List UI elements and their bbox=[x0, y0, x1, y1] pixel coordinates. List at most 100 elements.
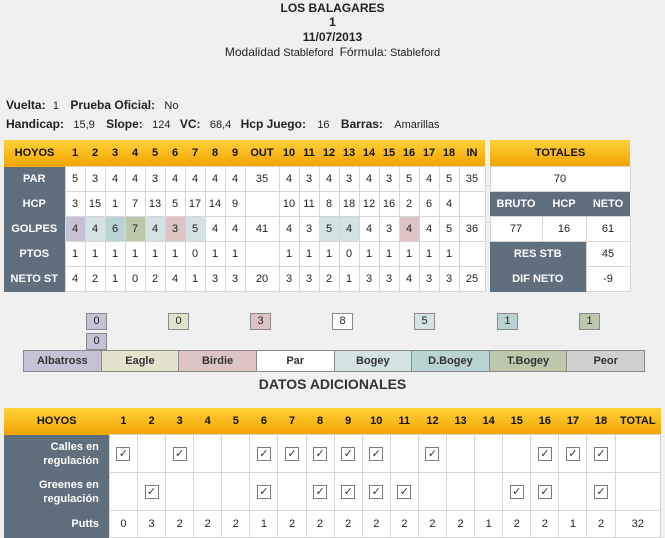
hole-number: 9 bbox=[225, 140, 245, 167]
out-header: OUT bbox=[245, 140, 279, 167]
putts-total: 32 bbox=[614, 510, 662, 538]
score-cell: 1 bbox=[298, 241, 320, 267]
score-cell: 4 bbox=[358, 166, 380, 192]
hole-number: 13 bbox=[339, 140, 359, 167]
slope-value: 124 bbox=[152, 119, 171, 131]
checkbox-checked-icon: ✓ bbox=[509, 484, 524, 499]
row-label: PTOS bbox=[4, 241, 65, 267]
score-cell: 4 bbox=[64, 216, 86, 242]
score-cell: 4 bbox=[318, 166, 340, 192]
legend-par: Par bbox=[255, 350, 335, 372]
score-cell: 3 bbox=[64, 191, 86, 217]
score-cell: 5 bbox=[438, 216, 460, 242]
score-cell: 1 bbox=[104, 266, 126, 292]
score-cell: 4 bbox=[418, 166, 440, 192]
check-cell: ✓ bbox=[502, 472, 532, 511]
putts-cell: 1 bbox=[558, 510, 588, 538]
dif-neto-label: DIF NETO bbox=[490, 266, 586, 292]
putts-cell: 2 bbox=[165, 510, 195, 538]
score-cell: 3 bbox=[338, 166, 360, 192]
score-cell: 1 bbox=[64, 241, 86, 267]
checkbox-checked-icon: ✓ bbox=[369, 446, 384, 461]
check-cell: ✓ bbox=[417, 434, 448, 473]
score-cell: 3 bbox=[418, 266, 440, 292]
in-total bbox=[458, 191, 486, 217]
check-cell bbox=[221, 434, 251, 473]
score-cell: 4 bbox=[438, 191, 460, 217]
out-total bbox=[244, 241, 280, 267]
hole-number: 16 bbox=[530, 408, 559, 435]
calles-row-label: Calles en regulación bbox=[4, 434, 110, 473]
vc-value: 68,4 bbox=[209, 119, 232, 131]
score-cell: 1 bbox=[104, 191, 126, 217]
hole-number: 8 bbox=[205, 140, 225, 167]
info-line-2: Handicap: 15,9 Slope: 124 VC: 68,4 Hcp J… bbox=[6, 117, 440, 131]
score-cell: 5 bbox=[164, 191, 186, 217]
putts-cell: 1 bbox=[249, 510, 279, 538]
score-cell: 3 bbox=[164, 216, 186, 242]
check-cell bbox=[474, 434, 504, 473]
checkbox-checked-icon: ✓ bbox=[537, 484, 552, 499]
check-cell bbox=[277, 472, 307, 511]
putts-label: Putts bbox=[4, 510, 110, 538]
score-cell: 1 bbox=[124, 241, 146, 267]
score-cell: 6 bbox=[104, 216, 126, 242]
count-birdie: 3 bbox=[250, 313, 271, 330]
score-cell: 1 bbox=[398, 241, 420, 267]
score-cell: 5 bbox=[318, 216, 340, 242]
score-cell: 5 bbox=[184, 216, 206, 242]
hole-number: 13 bbox=[446, 408, 475, 435]
putts-cell: 2 bbox=[305, 510, 335, 538]
score-cell: 4 bbox=[224, 166, 246, 192]
checkbox-checked-icon: ✓ bbox=[594, 446, 609, 461]
out-total bbox=[244, 191, 280, 217]
hole-number: 2 bbox=[85, 140, 105, 167]
score-legend: Albatross Eagle Birdie Par Bogey D.Bogey… bbox=[23, 350, 645, 372]
datos-header-row: HOYOS 1 2 3 4 5 6 7 8 9 10 11 12 13 14 15 16 17 18 TOTAL bbox=[4, 408, 661, 435]
count-tbogey: 1 bbox=[579, 313, 600, 330]
putts-cell: 1 bbox=[474, 510, 504, 538]
score-cell: 17 bbox=[184, 191, 206, 217]
score-row-hcp: HCP 3 15 1 7 13 5 17 14 9 10 11 8 18 12 16 2 6 4 BRUTO HCP NE… bbox=[4, 191, 631, 217]
checkbox-checked-icon: ✓ bbox=[172, 446, 187, 461]
score-cell: 4 bbox=[164, 266, 186, 292]
course-name: LOS BALAGARES bbox=[280, 1, 385, 15]
hole-number: 5 bbox=[221, 408, 250, 435]
score-cell: 4 bbox=[224, 216, 246, 242]
score-cell: 1 bbox=[378, 241, 400, 267]
score-cell: 1 bbox=[224, 241, 246, 267]
legend-birdie: Birdie bbox=[178, 350, 257, 372]
check-cell: ✓ bbox=[136, 472, 167, 511]
checkbox-checked-icon: ✓ bbox=[256, 484, 271, 499]
score-cell: 4 bbox=[358, 216, 380, 242]
checkbox-checked-icon: ✓ bbox=[537, 446, 552, 461]
score-cell: 4 bbox=[278, 216, 300, 242]
score-cell: 1 bbox=[418, 241, 440, 267]
check-cell bbox=[108, 472, 138, 511]
check-cell: ✓ bbox=[361, 472, 391, 511]
row-total bbox=[614, 434, 662, 473]
legend-albatross: Albatross bbox=[23, 350, 102, 372]
scorecard-header-row: HOYOS 1 2 3 4 5 6 7 8 9 OUT 10 11 12 13 14 15 16 17 18 IN TOT… bbox=[4, 140, 631, 167]
check-cell bbox=[193, 472, 223, 511]
score-cell: 3 bbox=[204, 266, 226, 292]
score-cell: 1 bbox=[338, 266, 360, 292]
hole-number: 16 bbox=[399, 140, 419, 167]
hole-number: 11 bbox=[299, 140, 319, 167]
count-bogey: 5 bbox=[414, 313, 435, 330]
hcp-juego-label: Hcp Juego: bbox=[240, 117, 306, 131]
hole-number: 4 bbox=[125, 140, 145, 167]
hole-number: 15 bbox=[379, 140, 399, 167]
putts-row: Putts 0 3 2 2 2 1 2 2 2 2 2 2 2 1 2 2 1 2 32 bbox=[4, 510, 662, 538]
putts-cell: 3 bbox=[136, 510, 167, 538]
putts-cell: 2 bbox=[277, 510, 307, 538]
score-cell: 1 bbox=[164, 241, 186, 267]
hole-number: 12 bbox=[319, 140, 339, 167]
score-row-ptos: PTOS 1 1 1 1 1 1 0 1 1 1 1 1 0 1 1 1 1 1 RES STB 45 bbox=[4, 241, 631, 267]
check-cell bbox=[193, 434, 223, 473]
score-cell: 2 bbox=[398, 191, 420, 217]
legend-dbogey: D.Bogey bbox=[411, 350, 490, 372]
score-cell: 6 bbox=[418, 191, 440, 217]
check-cell: ✓ bbox=[530, 434, 560, 473]
score-cell: 5 bbox=[438, 166, 460, 192]
